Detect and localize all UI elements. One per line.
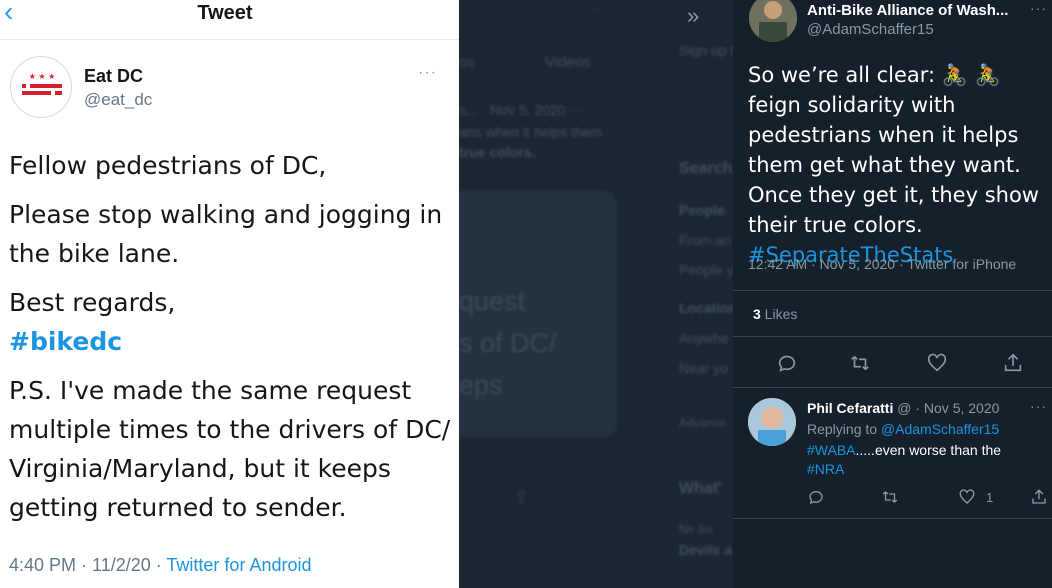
tab-photos: os	[459, 54, 475, 71]
source-link[interactable]: Twitter for Android	[166, 555, 311, 575]
bg-side-label: Anywhe	[679, 330, 729, 346]
reply-author[interactable]: Phil Cefaratti @ · Nov 5, 2020	[807, 400, 999, 416]
author-name[interactable]: Eat DC	[84, 66, 143, 87]
background-blurred-panel: os Videos ··· s... · Nov 5, 2020 ··· ans…	[459, 0, 733, 588]
hashtag-link[interactable]: #WABA	[807, 442, 856, 458]
replying-to: Replying to @AdamSchaffer15	[807, 421, 999, 437]
tweet-line: P.S. I've made the same request multiple…	[9, 376, 451, 522]
tweet-meta: 4:40 PM · 11/2/20 · Twitter for Android	[9, 555, 312, 576]
timestamp: 4:40 PM · 11/2/20 ·	[9, 555, 167, 575]
bg-side-label: People yo	[679, 262, 733, 278]
divider	[733, 336, 1052, 337]
bg-side-label: Advance	[679, 416, 726, 430]
divider	[733, 290, 1052, 291]
author-handle[interactable]: @AdamSchaffer15	[807, 21, 934, 38]
more-icon[interactable]: ···	[1030, 398, 1047, 414]
avatar[interactable]	[749, 0, 797, 42]
tweet-line: Best regards,	[9, 288, 176, 317]
likes-count[interactable]: 3 Likes	[753, 306, 797, 322]
retweet-icon[interactable]	[849, 352, 871, 374]
tweet-line: Please stop walking and jogging in the b…	[9, 200, 443, 268]
reply-author-name: Phil Cefaratti	[807, 400, 894, 416]
bg-side-label: From an	[679, 232, 732, 248]
reply-meta: @ · Nov 5, 2020	[893, 400, 1000, 416]
bg-side-label: Devils a	[679, 542, 732, 558]
author-name[interactable]: Anti-Bike Alliance of Wash...	[807, 2, 1008, 19]
left-tweet-panel: ‹ Tweet ★ ★ ★ Eat DC @eat_dc ··· Fellow …	[0, 0, 459, 588]
more-icon[interactable]: ···	[1030, 0, 1047, 16]
bg-side-label: What'	[679, 480, 722, 497]
bg-tweet-line: ans when it helps them	[459, 124, 603, 140]
like-icon[interactable]	[958, 488, 976, 506]
tweet-body: Fellow pedestrians of DC, Please stop wa…	[9, 146, 454, 527]
bg-tweet-line-bold: true colors.	[459, 144, 536, 160]
retweet-icon[interactable]	[881, 488, 899, 506]
likes-number: 3	[753, 306, 761, 322]
likes-label: Likes	[760, 306, 798, 322]
divider	[733, 387, 1052, 388]
avatar-image	[748, 398, 796, 446]
tweet-body: So we’re all clear: 🚴 🚴 feign solidarity…	[748, 60, 1052, 270]
share-icon: ⇪	[514, 487, 530, 507]
tweet-header: ‹ Tweet	[0, 0, 459, 40]
more-icon: ···	[589, 0, 603, 16]
avatar-image	[749, 0, 797, 42]
hashtag-link[interactable]: #bikedc	[9, 322, 454, 361]
bg-side-label: Location	[679, 300, 733, 316]
bg-big-line: eps	[459, 370, 503, 400]
avatar[interactable]	[748, 398, 796, 446]
reply-text: .....even worse than the	[855, 442, 1002, 458]
tweet-text: So we’re all clear: 🚴 🚴 feign solidarity…	[748, 63, 1039, 237]
replying-to-link[interactable]: @AdamSchaffer15	[881, 421, 999, 437]
more-icon[interactable]: ···	[418, 64, 437, 82]
bg-side-label: People	[679, 202, 725, 218]
bg-tweet-date: s... · Nov 5, 2020 ···	[459, 102, 584, 118]
bg-big-line: s of DC/	[459, 328, 557, 358]
tab-videos: Videos	[545, 54, 591, 71]
tweet-meta: 12:42 AM · Nov 5, 2020 · Twitter for iPh…	[748, 256, 1017, 272]
hashtag-link[interactable]: #NRA	[807, 461, 844, 477]
header-title: Tweet	[197, 2, 253, 24]
reply-icon[interactable]	[776, 352, 798, 374]
right-tweet-panel: Anti-Bike Alliance of Wash... @AdamSchaf…	[733, 0, 1052, 588]
like-icon[interactable]	[926, 352, 948, 374]
replying-prefix: Replying to	[807, 421, 881, 437]
logo-stars: ★ ★ ★	[29, 72, 56, 81]
share-icon[interactable]	[1002, 352, 1024, 374]
reply-like-count: 1	[986, 490, 994, 505]
tweet-line: Fellow pedestrians of DC,	[9, 151, 327, 180]
author-handle[interactable]: @eat_dc	[84, 90, 152, 110]
bg-big-line: quest	[459, 286, 526, 316]
bg-side-label: Ne Sa	[679, 522, 713, 536]
bg-side-label: Search	[679, 160, 733, 177]
share-icon[interactable]	[1030, 488, 1048, 506]
bg-side-label: Sign up to	[679, 42, 733, 58]
bg-big-text: quest s of DC/ eps	[459, 280, 557, 406]
bg-side-label: Near yo	[679, 360, 729, 376]
avatar[interactable]: ★ ★ ★	[10, 56, 72, 118]
eat-dc-logo: ★ ★ ★	[22, 72, 62, 95]
double-chevron-icon[interactable]: »	[687, 3, 699, 29]
divider	[733, 518, 1052, 519]
reply-body: #WABA.....even worse than the #NRA	[807, 441, 1037, 479]
reply-icon[interactable]	[807, 488, 825, 506]
